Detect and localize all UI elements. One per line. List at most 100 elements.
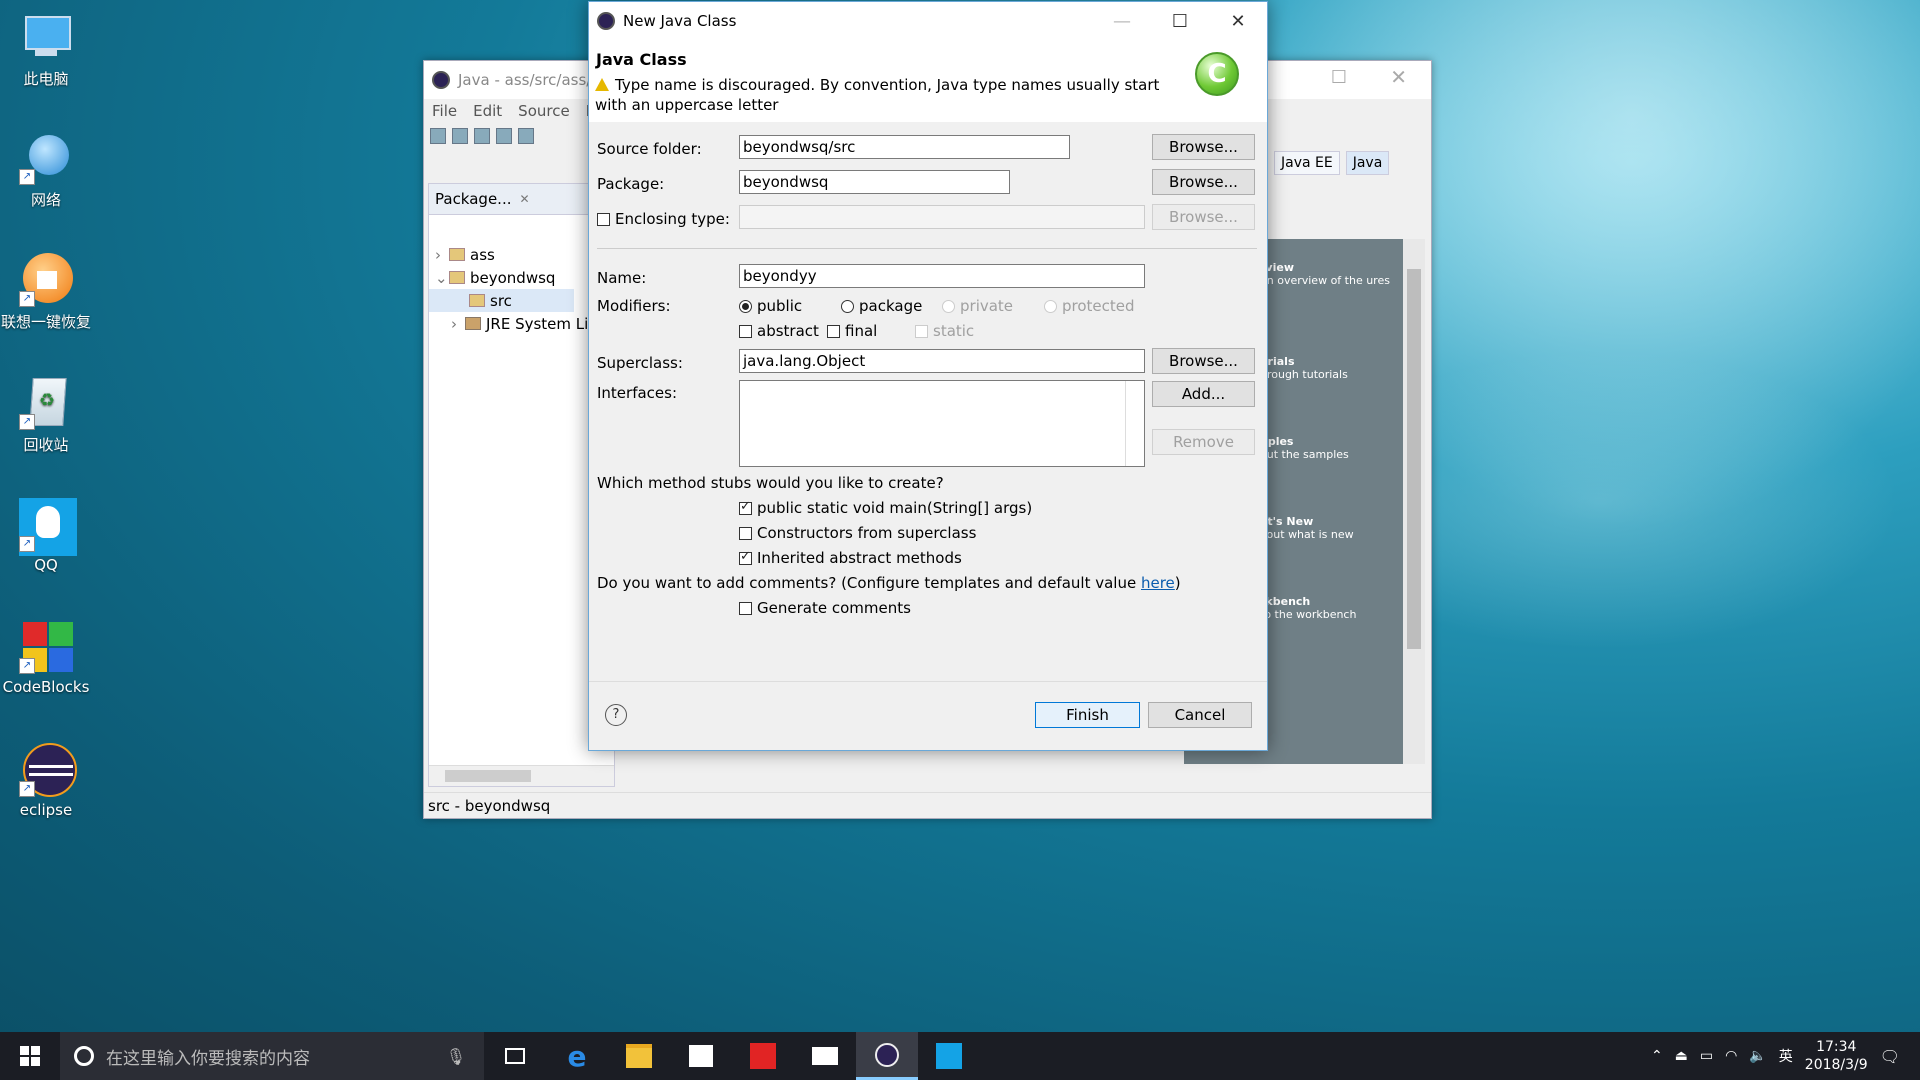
package-explorer: Package... ✕ › ass ⌄ beyondwsq src › JRE… [428, 183, 615, 787]
welcome-workbench[interactable]: rkbench to the workbench [1260, 595, 1356, 621]
stub-constructors-checkbox[interactable]: Constructors from superclass [739, 524, 976, 542]
welcome-samples[interactable]: nples out the samples [1260, 435, 1349, 461]
desktop-icon-network[interactable]: ↗ 网络 [0, 131, 92, 210]
radio-button[interactable] [739, 299, 752, 313]
perspective-java[interactable]: Java [1345, 151, 1390, 175]
close-icon[interactable]: ✕ [1209, 2, 1267, 40]
start-button[interactable] [0, 1032, 60, 1080]
taskbar-edge[interactable]: e [546, 1032, 608, 1080]
name-input[interactable]: beyondyy [739, 264, 1145, 288]
save-all-icon[interactable] [474, 128, 490, 144]
checkbox[interactable] [827, 324, 840, 338]
close-tab-icon[interactable]: ✕ [519, 192, 529, 206]
add-interface-button[interactable]: Add... [1152, 381, 1255, 407]
desktop-icon-label: 联想一键恢复 [0, 313, 91, 331]
taskbar-file-explorer[interactable] [608, 1032, 670, 1080]
menu-edit[interactable]: Edit [473, 102, 502, 120]
taskbar-app-red[interactable] [732, 1032, 794, 1080]
usb-icon[interactable]: ⏏ [1675, 1048, 1688, 1064]
checkbox[interactable] [597, 212, 610, 226]
modifier-abstract-checkbox[interactable]: abstract [739, 322, 819, 340]
terminal-icon[interactable] [496, 128, 512, 144]
taskbar-qq[interactable] [918, 1032, 980, 1080]
package-input[interactable]: beyondwsq [739, 170, 1010, 194]
menu-source[interactable]: Source [518, 102, 570, 120]
browse-source-folder-button[interactable]: Browse... [1152, 134, 1255, 160]
eclipse-window: Java - ass/src/ass/ — ☐ ✕ File Edit Sour… [423, 1, 1432, 819]
tool-icon[interactable] [518, 128, 534, 144]
battery-icon[interactable]: ▭ [1700, 1048, 1713, 1064]
stub-main-checkbox[interactable]: public static void main(String[] args) [739, 499, 1032, 517]
radio-button[interactable] [841, 299, 854, 313]
welcome-tutorials[interactable]: orials hrough tutorials [1260, 355, 1348, 381]
desktop-icon-recycle-bin[interactable]: ♻ ↗ 回收站 [0, 376, 92, 455]
perspective-java-ee[interactable]: Java EE [1274, 151, 1340, 175]
maximize-icon[interactable]: ☐ [1151, 2, 1209, 40]
desktop-icon-computer[interactable]: 此电脑 [0, 10, 92, 89]
browse-package-button[interactable]: Browse... [1152, 169, 1255, 195]
modifier-package-radio[interactable]: package [841, 297, 922, 315]
expand-icon[interactable]: › [451, 315, 465, 333]
source-folder-input[interactable]: beyondwsq/src [739, 135, 1070, 159]
save-icon[interactable] [452, 128, 468, 144]
checkbox[interactable] [739, 324, 752, 338]
new-icon[interactable] [430, 128, 446, 144]
superclass-input[interactable]: java.lang.Object [739, 349, 1145, 373]
desktop-icon-lenovo-recovery[interactable]: ↗ 联想一键恢复 [0, 253, 92, 332]
welcome-item-desc: to the workbench [1260, 608, 1357, 621]
tree-item-ass[interactable]: › ass [429, 243, 614, 266]
modifiers-label: Modifiers: [597, 297, 671, 315]
recycle-bin-icon: ♻ ↗ [19, 376, 73, 430]
menu-file[interactable]: File [432, 102, 457, 120]
tree-item-beyondwsq[interactable]: ⌄ beyondwsq [429, 266, 614, 289]
configure-templates-link[interactable]: here [1141, 574, 1175, 592]
maximize-icon[interactable]: ☐ [1331, 67, 1347, 88]
radio-label: private [960, 297, 1014, 315]
finish-button[interactable]: Finish [1035, 702, 1140, 728]
desktop-icon-codeblocks[interactable]: ↗ CodeBlocks [0, 620, 92, 696]
tree-item-jre[interactable]: › JRE System Li [429, 312, 614, 335]
welcome-overview[interactable]: rview an overview of the ures [1260, 261, 1390, 287]
taskbar-search[interactable]: 在这里输入你要搜索的内容 🎙 [60, 1032, 484, 1080]
shortcut-arrow-icon: ↗ [19, 291, 35, 307]
checkbox[interactable] [739, 526, 752, 540]
stub-inherited-checkbox[interactable]: Inherited abstract methods [739, 549, 962, 567]
minimize-icon[interactable]: — [1093, 2, 1151, 40]
taskbar-mail[interactable] [794, 1032, 856, 1080]
checkbox[interactable] [739, 549, 752, 565]
desktop-icon-qq[interactable]: ↗ QQ [0, 498, 92, 574]
collapse-icon[interactable]: ⌄ [435, 269, 449, 287]
dialog-title-bar[interactable]: New Java Class — ☐ ✕ [589, 2, 1267, 40]
browse-superclass-button[interactable]: Browse... [1152, 348, 1255, 374]
microphone-icon[interactable]: 🎙 [446, 1047, 466, 1066]
checkbox[interactable] [739, 499, 752, 515]
notification-icon[interactable]: 🗨 [1880, 1047, 1900, 1066]
tab-package-explorer[interactable]: Package... ✕ [429, 184, 614, 215]
show-hidden-icons[interactable]: ⌃ [1651, 1048, 1663, 1064]
superclass-label: Superclass: [597, 354, 683, 372]
tree-item-src[interactable]: src [429, 289, 574, 312]
welcome-whats-new[interactable]: at's New l out what is new [1260, 515, 1354, 541]
checkbox-label: public static void main(String[] args) [757, 499, 1033, 517]
expand-icon[interactable]: › [435, 246, 449, 264]
desktop-icon-eclipse[interactable]: ↗ eclipse [0, 743, 92, 819]
taskbar-store[interactable] [670, 1032, 732, 1080]
vertical-scrollbar[interactable] [1403, 239, 1425, 764]
help-icon[interactable]: ? [605, 704, 627, 726]
close-icon[interactable]: ✕ [1390, 65, 1407, 89]
enclosing-type-checkbox[interactable]: Enclosing type: [597, 210, 730, 228]
checkbox[interactable] [739, 601, 752, 615]
modifier-public-radio[interactable]: public [739, 297, 802, 315]
volume-icon[interactable]: 🔈 [1749, 1048, 1766, 1064]
generate-comments-checkbox[interactable]: Generate comments [739, 599, 911, 617]
cancel-button[interactable]: Cancel [1148, 702, 1252, 728]
taskbar-eclipse[interactable] [856, 1032, 918, 1080]
horizontal-scrollbar[interactable] [429, 765, 614, 786]
ime-indicator[interactable]: 英 [1779, 1046, 1793, 1066]
interfaces-list[interactable] [739, 380, 1145, 467]
browse-enclosing-button: Browse... [1152, 204, 1255, 230]
task-view-button[interactable] [484, 1032, 546, 1080]
wifi-icon[interactable]: ◠ [1725, 1048, 1737, 1064]
clock[interactable]: 17:34 2018/3/9 [1805, 1038, 1868, 1074]
modifier-final-checkbox[interactable]: final [827, 322, 877, 340]
